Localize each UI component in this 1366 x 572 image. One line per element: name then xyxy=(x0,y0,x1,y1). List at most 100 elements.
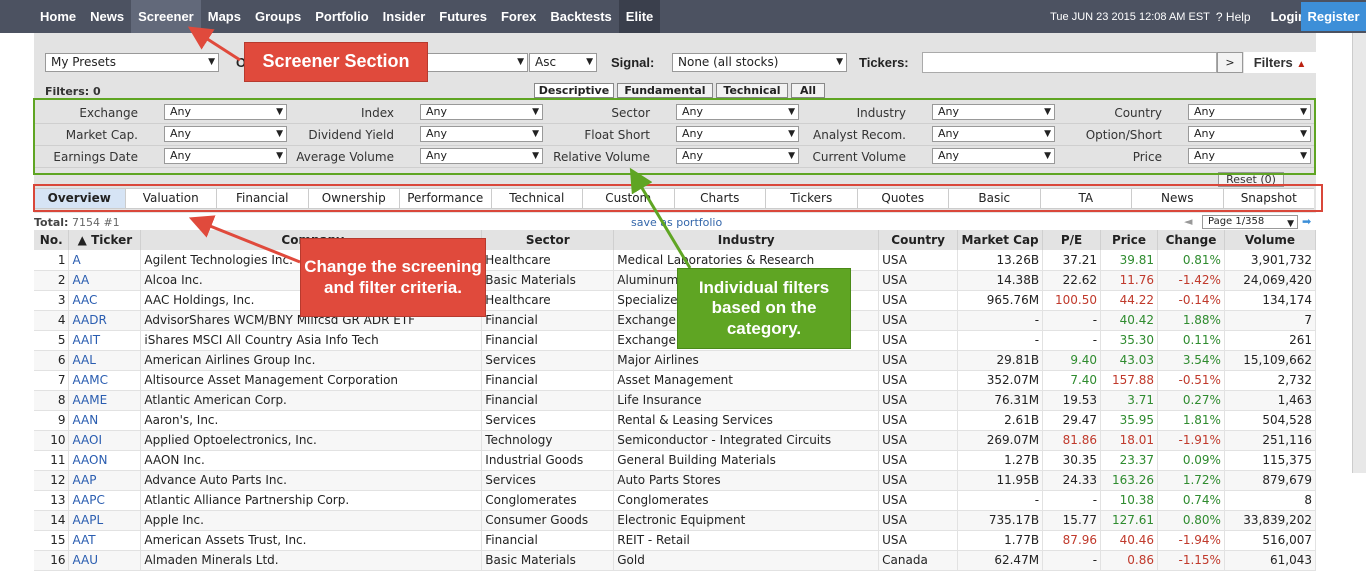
column-header[interactable]: Market Cap xyxy=(957,230,1044,250)
table-cell[interactable]: AAC xyxy=(68,290,142,311)
table-cell[interactable]: AAIT xyxy=(68,330,142,351)
table-cell[interactable]: Atlantic American Corp. xyxy=(140,390,483,411)
table-cell: Major Airlines xyxy=(613,350,880,371)
help-link[interactable]: ? Help xyxy=(1216,10,1251,24)
column-header[interactable]: ▲ Ticker xyxy=(68,230,142,250)
table-cell[interactable]: Apple Inc. xyxy=(140,510,483,531)
table-cell: USA xyxy=(878,250,959,271)
signal-select[interactable]: None (all stocks) ▼ xyxy=(672,53,847,72)
table-cell[interactable]: AADR xyxy=(68,310,142,331)
table-cell[interactable]: iShares MSCI All Country Asia Info Tech xyxy=(140,330,483,351)
nav-screener[interactable]: Screener xyxy=(131,0,201,33)
table-cell: Services xyxy=(481,350,615,371)
table-cell[interactable]: Advance Auto Parts Inc. xyxy=(140,470,483,491)
tab-descriptive[interactable]: Descriptive xyxy=(534,83,614,98)
table-cell: 0.86 xyxy=(1100,550,1158,571)
table-row[interactable]: 11 AAON AAON Inc. Industrial Goods General B… xyxy=(34,450,1317,471)
tickers-go-button[interactable]: > xyxy=(1217,52,1243,73)
table-cell[interactable]: Aaron's, Inc. xyxy=(140,410,483,431)
scrollbar[interactable] xyxy=(1352,33,1366,473)
nav-futures[interactable]: Futures xyxy=(432,0,494,33)
table-cell[interactable]: American Assets Trust, Inc. xyxy=(140,530,483,551)
table-cell: 157.88 xyxy=(1100,370,1158,391)
page-select[interactable]: Page 1/358 ▼ xyxy=(1202,215,1298,229)
table-row[interactable]: 7 AAMC Altisource Asset Management Corpora… xyxy=(34,370,1317,391)
nav-backtests[interactable]: Backtests xyxy=(543,0,618,33)
table-cell: Conglomerates xyxy=(613,490,880,511)
table-cell[interactable]: Almaden Minerals Ltd. xyxy=(140,550,483,571)
table-cell[interactable]: AAPL xyxy=(68,510,142,531)
nav-home[interactable]: Home xyxy=(33,0,83,33)
table-cell: USA xyxy=(878,450,959,471)
table-cell: 0.81% xyxy=(1157,250,1225,271)
nav-forex[interactable]: Forex xyxy=(494,0,543,33)
presets-select[interactable]: My Presets ▼ xyxy=(45,53,219,72)
nav-maps[interactable]: Maps xyxy=(201,0,248,33)
table-cell: 61,043 xyxy=(1224,550,1317,571)
next-page-icon[interactable]: ➡ xyxy=(1302,215,1311,228)
table-row[interactable]: 6 AAL American Airlines Group Inc. Services… xyxy=(34,350,1317,371)
register-button[interactable]: Register xyxy=(1301,2,1366,31)
nav-portfolio[interactable]: Portfolio xyxy=(308,0,375,33)
save-as-portfolio-link[interactable]: save as portfolio xyxy=(631,216,722,229)
table-cell: 0.80% xyxy=(1157,510,1225,531)
table-cell[interactable]: AAPC xyxy=(68,490,142,511)
table-cell: USA xyxy=(878,290,959,311)
table-cell[interactable]: AAON xyxy=(68,450,142,471)
nav-elite[interactable]: Elite xyxy=(618,0,661,33)
table-row[interactable]: 10 AAOI Applied Optoelectronics, Inc. Techn… xyxy=(34,430,1317,451)
table-cell[interactable]: Altisource Asset Management Corporation xyxy=(140,370,483,391)
column-header[interactable]: Volume xyxy=(1224,230,1317,250)
table-row[interactable]: 3 AAC AAC Holdings, Inc. Healthcare Speciali… xyxy=(34,290,1317,311)
direction-select[interactable]: Asc ▼ xyxy=(529,53,597,72)
change-criteria-note: Change the screening and filter criteria… xyxy=(300,238,486,317)
table-cell[interactable]: Applied Optoelectronics, Inc. xyxy=(140,430,483,451)
order-select[interactable]: ▼ xyxy=(420,53,528,72)
table-row[interactable]: 9 AAN Aaron's, Inc. Services Rental & Leasin… xyxy=(34,410,1317,431)
table-cell[interactable]: AAU xyxy=(68,550,142,571)
table-row[interactable]: 4 AADR AdvisorShares WCM/BNY Mllfcsd GR AD… xyxy=(34,310,1317,331)
table-cell[interactable]: AAP xyxy=(68,470,142,491)
table-row[interactable]: 12 AAP Advance Auto Parts Inc. Services Auto… xyxy=(34,470,1317,491)
tab-technical[interactable]: Technical xyxy=(716,83,788,98)
table-cell[interactable]: A xyxy=(68,250,142,271)
table-cell[interactable]: AAOI xyxy=(68,430,142,451)
tab-fundamental[interactable]: Fundamental xyxy=(617,83,713,98)
table-cell[interactable]: American Airlines Group Inc. xyxy=(140,350,483,371)
column-header[interactable]: Country xyxy=(878,230,959,250)
table-cell[interactable]: AAT xyxy=(68,530,142,551)
column-header[interactable]: Price xyxy=(1100,230,1158,250)
table-cell[interactable]: AAME xyxy=(68,390,142,411)
table-row[interactable]: 15 AAT American Assets Trust, Inc. Financia… xyxy=(34,530,1317,551)
table-row[interactable]: 2 AA Alcoa Inc. Basic Materials Aluminum USA 1… xyxy=(34,270,1317,291)
table-cell: 0.74% xyxy=(1157,490,1225,511)
table-cell[interactable]: AA xyxy=(68,270,142,291)
table-cell[interactable]: AAN xyxy=(68,410,142,431)
prev-page-icon[interactable]: ◄ xyxy=(1184,215,1192,228)
table-row[interactable]: 5 AAIT iShares MSCI All Country Asia Info … xyxy=(34,330,1317,351)
table-row[interactable]: 8 AAME Atlantic American Corp. Financial Lif… xyxy=(34,390,1317,411)
column-header[interactable]: P/E xyxy=(1042,230,1102,250)
table-cell[interactable]: Atlantic Alliance Partnership Corp. xyxy=(140,490,483,511)
column-header[interactable]: Change xyxy=(1157,230,1225,250)
column-header[interactable]: Sector xyxy=(481,230,615,250)
nav-news[interactable]: News xyxy=(83,0,131,33)
table-row[interactable]: 13 AAPC Atlantic Alliance Partnership Corp… xyxy=(34,490,1317,511)
table-cell: General Building Materials xyxy=(613,450,880,471)
table-cell: - xyxy=(957,490,1044,511)
table-row[interactable]: 1 A Agilent Technologies Inc. Healthcare Med… xyxy=(34,250,1317,271)
filters-toggle[interactable]: Filters ▲ xyxy=(1244,52,1316,73)
table-row[interactable]: 14 AAPL Apple Inc. Consumer Goods Electronic… xyxy=(34,510,1317,531)
tickers-input[interactable] xyxy=(922,52,1217,73)
table-row[interactable]: 16 AAU Almaden Minerals Ltd. Basic Material… xyxy=(34,550,1317,571)
table-cell: 516,007 xyxy=(1224,530,1317,551)
column-header[interactable]: Industry xyxy=(613,230,880,250)
table-cell[interactable]: AAMC xyxy=(68,370,142,391)
tab-all[interactable]: All xyxy=(791,83,825,98)
column-header[interactable]: No. xyxy=(34,230,70,250)
table-cell: 8 xyxy=(34,390,70,411)
nav-insider[interactable]: Insider xyxy=(376,0,433,33)
table-cell[interactable]: AAON Inc. xyxy=(140,450,483,471)
table-cell[interactable]: AAL xyxy=(68,350,142,371)
nav-groups[interactable]: Groups xyxy=(248,0,308,33)
